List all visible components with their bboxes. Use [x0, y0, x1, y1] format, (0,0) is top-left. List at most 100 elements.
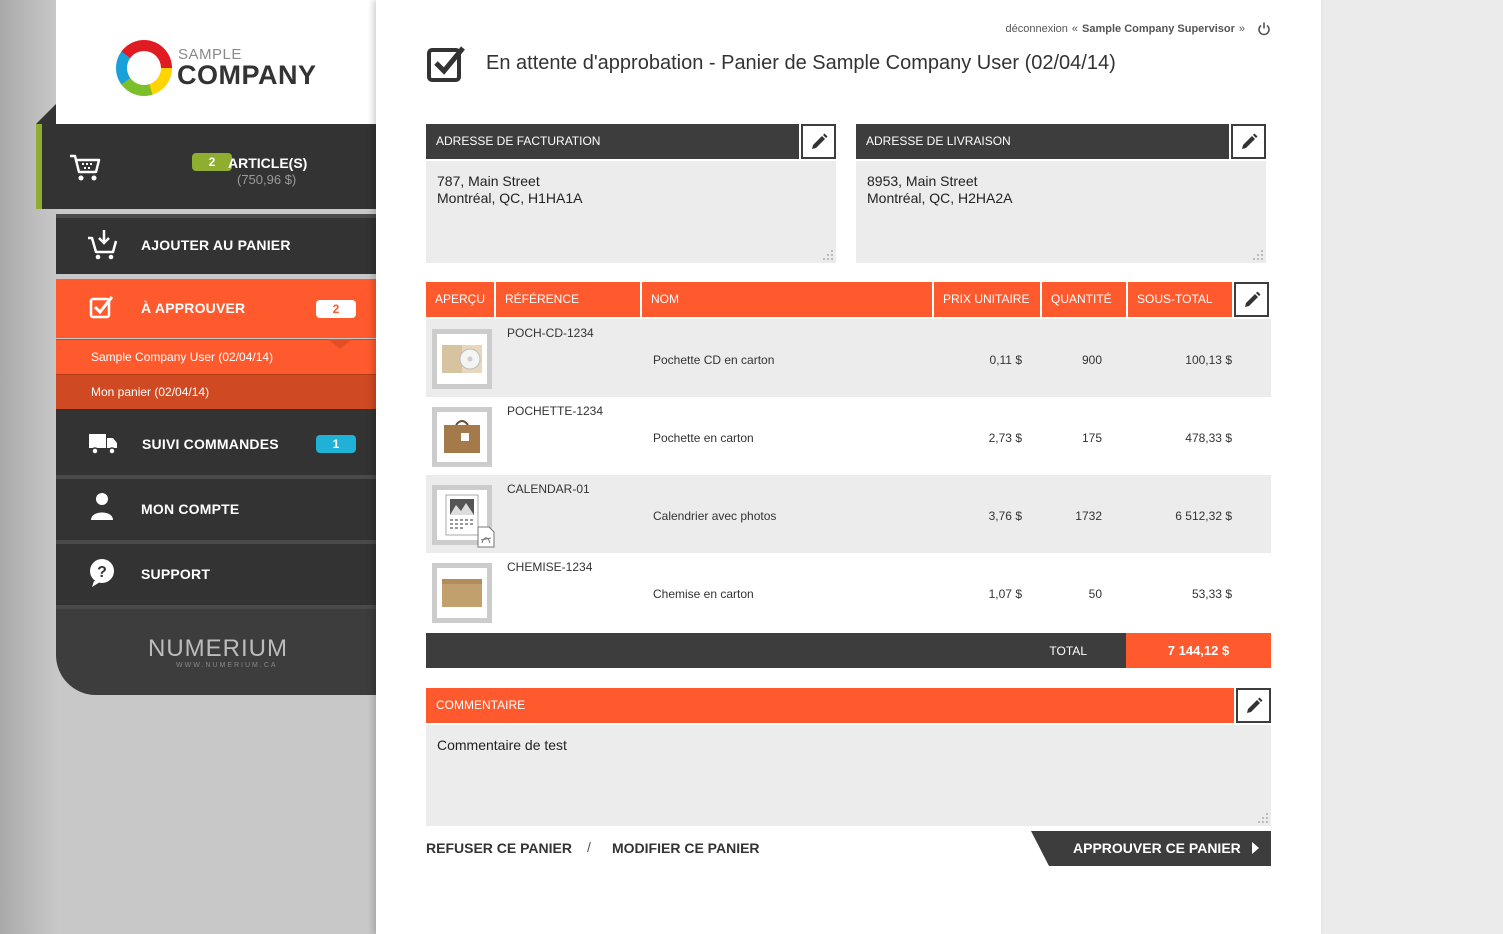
nav-separator: [56, 475, 376, 479]
cart-count-badge: 2: [192, 153, 232, 171]
item-unit-price: 0,11 $: [989, 353, 1022, 367]
pencil-icon: [1246, 697, 1262, 713]
checkbox-icon: [89, 296, 114, 319]
approval-checkbox-icon: [427, 46, 465, 82]
cart-summary[interactable]: 2 ARTICLE(S) (750,96 $): [36, 124, 376, 209]
table-row[interactable]: CALENDAR-01 Calendrier avec photos 3,76 …: [426, 475, 1271, 553]
current-user: Sample Company Supervisor: [1082, 23, 1235, 35]
cart-icon: [70, 154, 101, 181]
item-quantity: 50: [1088, 587, 1102, 601]
power-icon[interactable]: [1257, 22, 1271, 36]
nav-label: AJOUTER AU PANIER: [141, 237, 291, 253]
item-subtotal: 6 512,32 $: [1175, 509, 1232, 523]
shipping-address-line1: 8953, Main Street: [867, 173, 978, 189]
col-header-name: NOM: [642, 282, 932, 317]
edit-comment-button[interactable]: [1236, 688, 1271, 723]
item-name: Chemise en carton: [653, 587, 754, 601]
nav-approve[interactable]: À APPROUVER 2: [56, 279, 390, 338]
cart-label: ARTICLE(S): [228, 155, 308, 171]
svg-text:?: ?: [97, 564, 107, 581]
item-name: Pochette en carton: [653, 431, 754, 445]
comment-text: Commentaire de test: [437, 737, 567, 753]
modify-cart-link[interactable]: MODIFIER CE PANIER: [612, 840, 760, 856]
billing-address-line1: 787, Main Street: [437, 173, 540, 189]
comment-field[interactable]: Commentaire de test: [426, 725, 1271, 826]
cart-total: (750,96 $): [237, 172, 297, 187]
col-header-unit-price: PRIX UNITAIRE: [934, 282, 1040, 317]
nav-label: À APPROUVER: [141, 300, 246, 316]
numerium-logo[interactable]: NUMERIUM: [148, 635, 288, 663]
pencil-icon: [1241, 133, 1257, 149]
item-reference: CHEMISE-1234: [507, 560, 593, 574]
orders-count-badge: 1: [316, 435, 356, 453]
main-content: déconnexion « Sample Company Supervisor …: [376, 0, 1321, 934]
user-quote-open: «: [1071, 23, 1079, 35]
billing-address-body[interactable]: 787, Main Street Montréal, QC, H1HA1A: [426, 161, 836, 263]
resize-grip-icon[interactable]: [823, 250, 833, 260]
shipping-address-panel: ADRESSE DE LIVRAISON 8953, Main Street M…: [856, 124, 1266, 263]
item-quantity: 900: [1081, 353, 1102, 367]
nav-add-to-cart[interactable]: AJOUTER AU PANIER: [56, 214, 376, 274]
edit-items-button[interactable]: [1234, 282, 1269, 317]
item-subtotal: 478,33 $: [1185, 431, 1232, 445]
page-title: En attente d'approbation - Panier de Sam…: [486, 52, 1116, 74]
pencil-icon: [1244, 291, 1260, 307]
item-unit-price: 1,07 $: [988, 587, 1022, 601]
col-header-preview: APERÇU: [426, 282, 494, 317]
product-thumbnail[interactable]: [432, 563, 492, 623]
resize-grip-icon[interactable]: [1258, 813, 1268, 823]
pdf-file-icon[interactable]: [477, 526, 495, 548]
submenu-notch: [328, 339, 352, 349]
calendar-image: [445, 494, 479, 536]
item-reference: POCH-CD-1234: [507, 326, 594, 340]
table-row[interactable]: POCHETTE-1234 Pochette en carton 2,73 $ …: [426, 397, 1271, 475]
topbar: déconnexion « Sample Company Supervisor …: [1006, 22, 1271, 36]
table-row[interactable]: CHEMISE-1234 Chemise en carton 1,07 $ 50…: [426, 553, 1271, 631]
nav-label: MON COMPTE: [141, 501, 240, 517]
logo-ring-icon: [116, 40, 172, 96]
item-subtotal: 100,13 $: [1185, 353, 1232, 367]
nav-support[interactable]: ? SUPPORT: [56, 540, 376, 605]
product-thumbnail[interactable]: [432, 407, 492, 467]
comment-heading: COMMENTAIRE: [426, 688, 1234, 723]
item-name: Calendrier avec photos: [653, 509, 777, 523]
nav-orders[interactable]: SUIVI COMMANDES 1: [56, 409, 376, 475]
table-row[interactable]: POCH-CD-1234 Pochette CD en carton 0,11 …: [426, 319, 1271, 397]
shipping-address-heading: ADRESSE DE LIVRAISON: [856, 124, 1229, 159]
ribbon-fold: [36, 104, 56, 124]
action-separator: /: [587, 839, 591, 855]
approve-count-badge: 2: [316, 300, 356, 318]
nav-account[interactable]: MON COMPTE: [56, 475, 376, 540]
col-header-quantity: QUANTITÉ: [1042, 282, 1126, 317]
add-to-cart-icon: [88, 230, 118, 260]
pencil-icon: [811, 133, 827, 149]
approve-subitem[interactable]: Mon panier (02/04/14): [56, 374, 376, 409]
cardboard-folder-image: [442, 579, 482, 607]
table-header: APERÇU RÉFÉRENCE NOM PRIX UNITAIRE QUANT…: [426, 282, 1271, 317]
nav-label: SUPPORT: [141, 566, 211, 582]
user-icon: [91, 493, 113, 520]
numerium-url: WWW.NUMERIUM.CA: [176, 662, 278, 669]
approve-cart-button[interactable]: APPROUVER CE PANIER: [1031, 831, 1271, 866]
cd-sleeve-image: [442, 345, 482, 373]
product-thumbnail[interactable]: [432, 329, 492, 389]
item-unit-price: 2,73 $: [988, 431, 1022, 445]
shipping-address-body[interactable]: 8953, Main Street Montréal, QC, H2HA2A: [856, 161, 1266, 263]
item-subtotal: 53,33 $: [1191, 587, 1232, 601]
page-background-right: [1321, 0, 1503, 934]
item-unit-price: 3,76 $: [988, 509, 1022, 523]
logout-link[interactable]: déconnexion: [1006, 23, 1068, 35]
chevron-right-icon: [1252, 842, 1259, 854]
col-header-reference: RÉFÉRENCE: [496, 282, 640, 317]
truck-icon: [89, 434, 117, 455]
product-thumbnail[interactable]: [432, 485, 495, 548]
company-logo[interactable]: SAMPLE COMPANY: [56, 0, 376, 124]
sidebar: SAMPLE COMPANY 2 ARTICLE(S) (750,96 $) A…: [36, 0, 390, 695]
item-name: Pochette CD en carton: [653, 353, 775, 367]
edit-billing-button[interactable]: [801, 124, 836, 159]
refuse-cart-link[interactable]: REFUSER CE PANIER: [426, 840, 572, 856]
edit-shipping-button[interactable]: [1231, 124, 1266, 159]
sidebar-footer: NUMERIUM WWW.NUMERIUM.CA: [56, 605, 376, 695]
nav-separator: [56, 540, 376, 544]
resize-grip-icon[interactable]: [1253, 250, 1263, 260]
